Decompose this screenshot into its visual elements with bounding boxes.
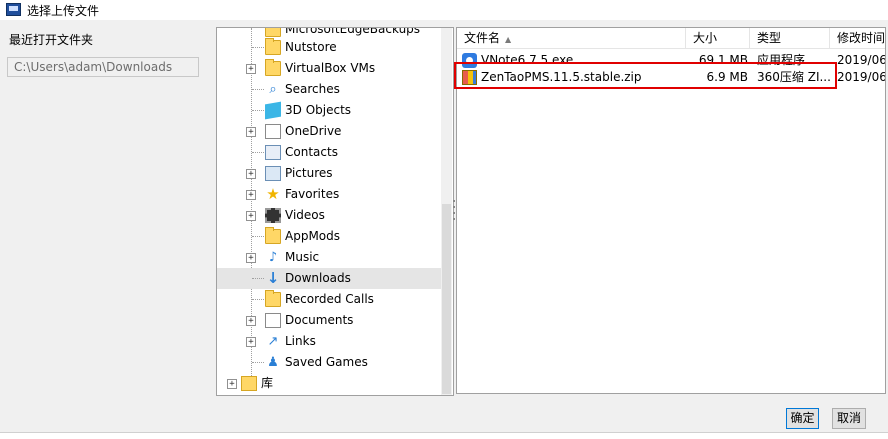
title-bar: 选择上传文件 — [0, 0, 888, 20]
tree-item-searches[interactable]: ⌕ Searches — [217, 79, 441, 100]
expand-icon[interactable]: + — [246, 64, 256, 74]
tree-scrollbar-thumb[interactable] — [442, 204, 451, 394]
expand-icon[interactable]: + — [227, 379, 237, 389]
expand-icon[interactable]: + — [246, 127, 256, 137]
file-date: 2019/06 — [837, 70, 886, 84]
tree-item-videos[interactable]: + Videos — [217, 205, 441, 226]
column-header-size[interactable]: 大小 — [686, 28, 750, 48]
tree-item-label: Searches — [285, 82, 340, 96]
saved-games-icon: ♟ — [267, 355, 279, 370]
expand-icon[interactable]: + — [246, 253, 256, 263]
tree-item-label: VirtualBox VMs — [285, 61, 376, 75]
tree-item-label: Saved Games — [285, 355, 368, 369]
column-header-name[interactable]: 文件名 ▲ — [457, 28, 686, 48]
file-list-header: 文件名 ▲ 大小 类型 修改时间 — [457, 28, 885, 49]
tree-item-music[interactable]: + ♪ Music — [217, 247, 441, 268]
tree-item-label: Documents — [285, 313, 354, 327]
tree-item-label: AppMods — [285, 229, 341, 243]
column-header-date[interactable]: 修改时间 — [830, 28, 885, 48]
folder-icon — [265, 290, 281, 307]
search-icon: ⌕ — [269, 82, 277, 97]
tree-item-label: Recorded Calls — [285, 292, 374, 306]
download-icon: ↓ — [266, 269, 280, 287]
tree-item-nutstore[interactable]: Nutstore — [217, 37, 441, 58]
tree-item-recorded-calls[interactable]: Recorded Calls — [217, 289, 441, 310]
recent-path-field[interactable] — [7, 57, 199, 77]
tree-item-appmods[interactable]: AppMods — [217, 226, 441, 247]
tree-item-pictures[interactable]: + Pictures — [217, 163, 441, 184]
expand-icon[interactable]: + — [246, 169, 256, 179]
folder-icon — [265, 227, 281, 244]
expand-icon[interactable]: + — [246, 337, 256, 347]
tree-item-contacts[interactable]: Contacts — [217, 142, 441, 163]
sort-up-icon: ▲ — [505, 35, 512, 44]
tree-item-label: Music — [285, 250, 320, 264]
library-icon — [241, 376, 257, 391]
links-icon: ↗ — [267, 334, 279, 349]
tree-item-downloads[interactable]: ↓ Downloads — [217, 268, 441, 289]
folder-icon — [265, 28, 281, 37]
tree-item-label: Videos — [285, 208, 325, 222]
tree-item-label: Contacts — [285, 145, 338, 159]
pictures-icon — [265, 166, 281, 181]
folder-tree-panel[interactable]: MicrosoftEdgeBackups Nutstore + VirtualBox… — [216, 27, 454, 396]
tree-item-links[interactable]: + ↗ Links — [217, 331, 441, 352]
highlight-annotation-box — [454, 62, 837, 89]
tree-item-label: Downloads — [285, 271, 351, 285]
tree-item-label: Pictures — [285, 166, 333, 180]
tree-item-3d-objects[interactable]: 3D Objects — [217, 100, 441, 121]
column-header-type[interactable]: 类型 — [750, 28, 830, 48]
onedrive-icon — [265, 124, 281, 139]
tree-item-label: 3D Objects — [285, 103, 352, 117]
tree-item-documents[interactable]: + Documents — [217, 310, 441, 331]
tree-scrollbar[interactable] — [441, 28, 452, 395]
tree-item-label: Links — [285, 334, 316, 348]
window-title: 选择上传文件 — [27, 4, 100, 18]
3d-objects-icon — [265, 101, 281, 120]
ok-button[interactable]: 确定 — [786, 408, 819, 429]
tree-item-label: 库 — [261, 376, 274, 390]
recent-folders-label: 最近打开文件夹 — [9, 33, 94, 47]
tree-item-label: OneDrive — [285, 124, 342, 138]
folder-icon — [265, 59, 281, 76]
expand-icon[interactable]: + — [246, 211, 256, 221]
expand-icon[interactable]: + — [246, 316, 256, 326]
tree-item-label: Nutstore — [285, 40, 337, 54]
folder-icon — [265, 38, 281, 55]
tree-item-library[interactable]: + 库 — [217, 373, 441, 394]
tree-item-onedrive[interactable]: + OneDrive — [217, 121, 441, 142]
documents-icon — [265, 313, 281, 328]
tree-item-virtualbox-vms[interactable]: + VirtualBox VMs — [217, 58, 441, 79]
music-icon: ♪ — [268, 250, 278, 265]
app-window-icon — [6, 3, 21, 16]
tree-item-label: Favorites — [285, 187, 340, 201]
tree-item-favorites[interactable]: + ★ Favorites — [217, 184, 441, 205]
cancel-button[interactable]: 取消 — [832, 408, 866, 429]
tree-item-saved-games[interactable]: ♟ Saved Games — [217, 352, 441, 373]
videos-icon — [265, 208, 281, 223]
contacts-icon — [265, 145, 281, 160]
expand-icon[interactable]: + — [246, 190, 256, 200]
star-icon: ★ — [266, 185, 280, 203]
